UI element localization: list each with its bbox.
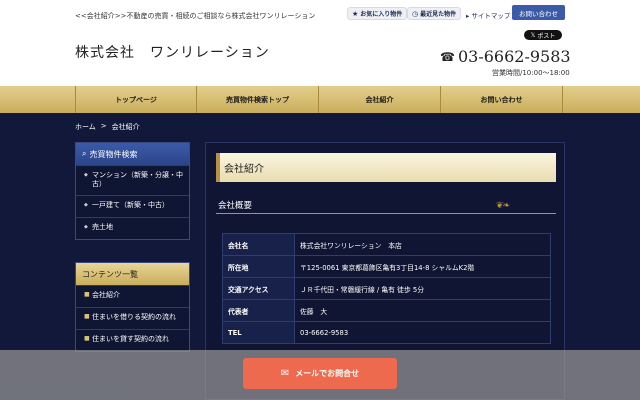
sitemap-link[interactable]: ▸ サイトマップ [466, 10, 510, 20]
sidebar-item-land[interactable]: ◆ 売土地 [76, 216, 189, 239]
site-logo[interactable]: 株式会社 ワンリレーション [75, 42, 270, 62]
header-tagline: <<会社紹介>>不動産の売買・相続のご相談なら株式会社ワンリレーション [75, 12, 316, 20]
sidebar-item-label: マンション（新築・分譲・中古） [92, 171, 183, 189]
business-hours: 営業時間/10:00〜18:00 [492, 69, 570, 77]
bullet-icon: ◆ [84, 201, 88, 208]
search-icon: ⌕ [82, 149, 87, 158]
sidebar-item-label: 売土地 [92, 222, 113, 231]
sidebar-item-label: 住まいを貸す契約の流れ [92, 335, 169, 343]
sidebar-search-heading: ⌕ 売買物件検索 [76, 143, 189, 165]
breadcrumb: ホーム > 会社紹介 [75, 122, 140, 132]
ornament-icon: ❦❧ [496, 201, 510, 211]
sidebar-item-company[interactable]: ■ 会社紹介 [76, 285, 189, 307]
square-bullet-icon: ■ [84, 335, 90, 342]
nav-contact[interactable]: お問い合わせ [441, 86, 563, 113]
table-row: TEL 03-6662-9583 [222, 321, 551, 344]
sidebar-search-title: 売買物件検索 [89, 149, 138, 159]
row-label: 交通アクセス [222, 277, 295, 300]
history-icon: ◷ [412, 9, 419, 18]
x-post-button[interactable]: 𝕏 ポスト [524, 30, 562, 40]
table-row: 代表者 佐藤 大 [222, 299, 551, 322]
page-title: 会社紹介 [216, 153, 556, 182]
row-value: 〒125-0061 東京都葛飾区亀有3丁目14-8 シャルムK2階 [294, 255, 551, 278]
row-value: ＪＲ千代田・常磐緩行線 / 亀有 徒歩 5分 [294, 277, 551, 300]
square-bullet-icon: ■ [84, 291, 90, 298]
star-icon: ★ [352, 9, 359, 18]
site-header: <<会社紹介>>不動産の売買・相続のご相談なら株式会社ワンリレーション 株式会社… [0, 0, 640, 86]
global-nav: トップページ 売買物件検索トップ 会社紹介 お問い合わせ [0, 86, 640, 113]
company-info-table: 会社名 株式会社ワンリレーション 本店 所在地 〒125-0061 東京都葛飾区… [222, 233, 551, 344]
table-row: 会社名 株式会社ワンリレーション 本店 [222, 233, 551, 256]
nav-search[interactable]: 売買物件検索トップ [197, 86, 319, 113]
x-post-label: ポスト [537, 32, 556, 40]
sidebar-item-label: 住まいを借りる契約の流れ [92, 313, 176, 321]
bullet-icon: ◆ [84, 223, 88, 230]
sitemap-label: サイトマップ [471, 12, 511, 20]
recent-label: 最近見た物件 [420, 11, 457, 18]
favorites-button[interactable]: ★ お気に入り物件 [347, 7, 408, 20]
row-label: 代表者 [222, 299, 295, 322]
sidebar-contents-heading: コンテンツ一覧 [76, 263, 189, 285]
sidebar-contents-box: コンテンツ一覧 ■ 会社紹介 ■ 住まいを借りる契約の流れ ■ 住まいを貸す契約… [75, 262, 190, 352]
mail-contact-button[interactable]: ✉ メールでお問合せ [243, 358, 397, 389]
row-label: 会社名 [222, 233, 295, 256]
sidebar-item-lease-flow[interactable]: ■ 住まいを貸す契約の流れ [76, 329, 189, 351]
phone-number: 03-6662-9583 [457, 47, 571, 66]
favorites-label: お気に入り物件 [360, 11, 403, 18]
sidebar-item-rent-flow[interactable]: ■ 住まいを借りる契約の流れ [76, 307, 189, 329]
sidebar-item-label: 一戸建て（新築・中古） [92, 200, 169, 209]
table-row: 所在地 〒125-0061 東京都葛飾区亀有3丁目14-8 シャルムK2階 [222, 255, 551, 278]
nav-top[interactable]: トップページ [75, 86, 197, 113]
sidebar-item-mansion[interactable]: ◆ マンション（新築・分譲・中古） [76, 165, 189, 195]
square-bullet-icon: ■ [84, 313, 90, 320]
section-title: 会社概要 [218, 201, 253, 211]
x-logo-icon: 𝕏 [530, 31, 536, 39]
row-value: 佐藤 大 [294, 299, 551, 322]
mail-contact-label: メールでお問合せ [295, 369, 360, 378]
sidebar-search-box: ⌕ 売買物件検索 ◆ マンション（新築・分譲・中古） ◆ 一戸建て（新築・中古）… [75, 142, 190, 240]
nav-company[interactable]: 会社紹介 [319, 86, 441, 113]
row-label: TEL [222, 321, 295, 344]
mail-icon: ✉ [280, 368, 290, 379]
table-row: 交通アクセス ＪＲ千代田・常磐緩行線 / 亀有 徒歩 5分 [222, 277, 551, 300]
breadcrumb-current: 会社紹介 [111, 123, 140, 131]
row-label: 所在地 [222, 255, 295, 278]
breadcrumb-home[interactable]: ホーム [75, 122, 96, 132]
section-divider [216, 213, 556, 214]
sidebar-item-house[interactable]: ◆ 一戸建て（新築・中古） [76, 194, 189, 217]
phone-icon: ☎ [440, 49, 455, 64]
header-phone[interactable]: ☎ 03-6662-9583 [440, 47, 571, 66]
row-value: 03-6662-9583 [294, 321, 551, 344]
row-value: 株式会社ワンリレーション 本店 [294, 233, 551, 256]
recent-button[interactable]: ◷ 最近見た物件 [407, 7, 462, 20]
header-contact-button[interactable]: お問い合わせ [512, 5, 565, 20]
sidebar-item-label: 会社紹介 [92, 291, 120, 299]
bullet-icon: ◆ [84, 172, 88, 178]
breadcrumb-separator: > [100, 122, 107, 130]
